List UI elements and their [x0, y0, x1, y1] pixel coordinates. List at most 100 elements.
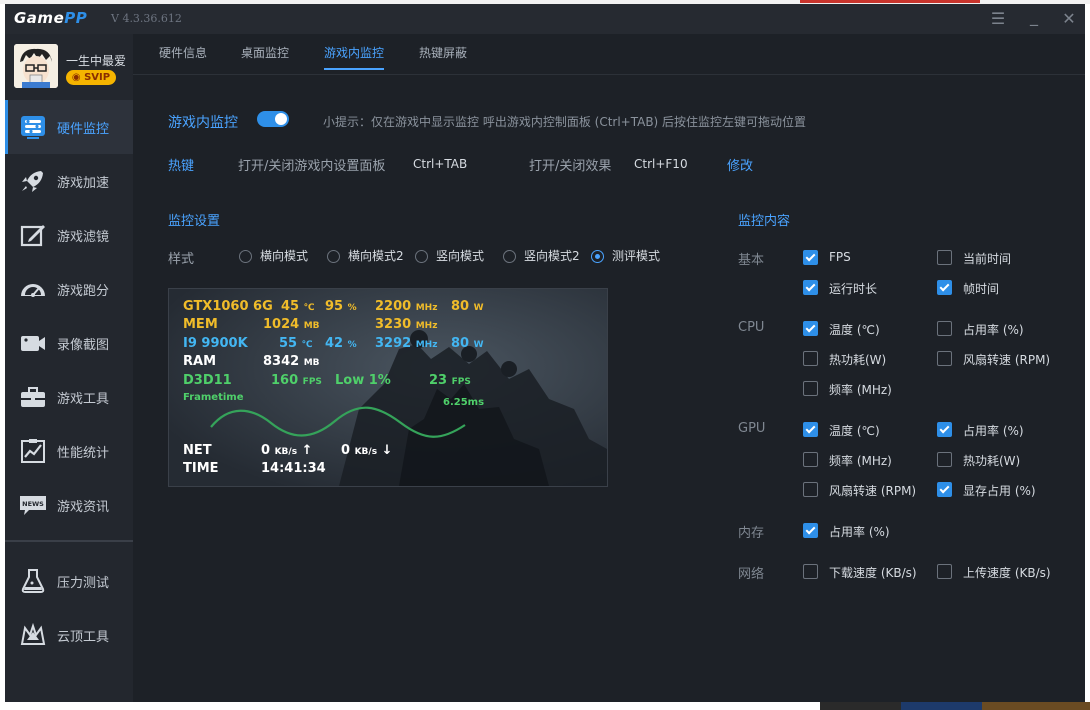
sidebar-item-cloud-tools[interactable]: 云顶工具: [5, 608, 133, 662]
overlay-gpu-clock: 2200 MHz: [375, 299, 438, 314]
panel-hotkey-value: Ctrl+TAB: [413, 157, 468, 171]
sidebar-item-stress-test[interactable]: 压力测试: [5, 554, 133, 608]
hint-text: 小提示：仅在游戏中显示监控 呼出游戏内控制面板 (Ctrl+TAB) 后按住监控…: [323, 115, 807, 129]
style-label-vertical-2[interactable]: 竖向模式2: [524, 247, 580, 264]
checkbox-label-cpu-power[interactable]: 热功耗(W): [829, 351, 886, 368]
sidebar-item-benchmark[interactable]: 游戏跑分: [5, 262, 133, 316]
checkbox-label-cpu-fan[interactable]: 风扇转速 (RPM): [963, 351, 1050, 368]
sidebar-item-hardware-monitor[interactable]: 硬件监控: [5, 100, 133, 154]
overlay-cpu-usage: 42 %: [325, 336, 357, 351]
overlay-mem-clock: 3230 MHz: [375, 317, 438, 332]
group-label-network: 网络: [738, 567, 765, 582]
menu-icon[interactable]: ☰: [987, 9, 1009, 28]
checkbox-mem-usage[interactable]: [803, 523, 818, 538]
style-label-vertical[interactable]: 竖向模式: [436, 247, 484, 264]
sidebar-item-performance-stats[interactable]: 性能统计: [5, 424, 133, 478]
checkbox-fps[interactable]: [803, 250, 818, 265]
close-icon[interactable]: ✕: [1058, 9, 1080, 28]
ingame-monitor-title: 游戏内监控: [168, 115, 238, 131]
checkbox-label-fps[interactable]: FPS: [829, 250, 851, 264]
style-radio-vertical-2[interactable]: [503, 250, 516, 263]
checkbox-gpu-power[interactable]: [937, 452, 952, 467]
tab-bar: 硬件信息 桌面监控 游戏内监控 热键屏蔽: [133, 34, 1085, 75]
effect-hotkey-value: Ctrl+F10: [634, 157, 688, 171]
checkbox-label-cpu-usage[interactable]: 占用率 (%): [963, 321, 1024, 338]
avatar[interactable]: [14, 44, 58, 88]
checkbox-gpu-usage[interactable]: [937, 422, 952, 437]
sidebar-item-game-tools[interactable]: 游戏工具: [5, 370, 133, 424]
overlay-gpu-power: 80 W: [451, 299, 484, 314]
sidebar-item-recording[interactable]: 录像截图: [5, 316, 133, 370]
background-strip-bottom: [0, 702, 1090, 710]
checkbox-label-current-time[interactable]: 当前时间: [963, 250, 1011, 267]
checkbox-cpu-temp[interactable]: [803, 321, 818, 336]
checkbox-label-run-time[interactable]: 运行时长: [829, 280, 877, 297]
sidebar-item-game-filter[interactable]: 游戏滤镜: [5, 208, 133, 262]
style-label: 样式: [168, 252, 195, 267]
overlay-low-label: Low 1%: [335, 373, 391, 388]
checkbox-cpu-usage[interactable]: [937, 321, 952, 336]
checkbox-label-gpu-temp[interactable]: 温度 (℃): [829, 422, 880, 439]
tab-hotkey-block[interactable]: 热键屏蔽: [419, 44, 467, 61]
tab-hardware-info[interactable]: 硬件信息: [159, 44, 207, 61]
overlay-gpu-temp: 45 ℃: [281, 299, 315, 314]
sidebar-item-label: 录像截图: [57, 338, 110, 353]
svip-badge: ◉ SVIP: [66, 70, 116, 85]
checkbox-label-cpu-clock[interactable]: 频率 (MHz): [829, 381, 892, 398]
checkbox-current-time[interactable]: [937, 250, 952, 265]
style-radio-horizontal-2[interactable]: [327, 250, 340, 263]
background-thumbnails: [820, 702, 1090, 710]
overlay-time-value: 14:41:34: [261, 461, 326, 476]
style-radio-horizontal[interactable]: [239, 250, 252, 263]
sidebar-item-label: 游戏资讯: [57, 500, 110, 515]
checkbox-gpu-clock[interactable]: [803, 452, 818, 467]
checkbox-label-cpu-temp[interactable]: 温度 (℃): [829, 321, 880, 338]
checkbox-cpu-power[interactable]: [803, 351, 818, 366]
checkbox-label-frame-time[interactable]: 帧时间: [963, 280, 999, 297]
tab-ingame-monitor[interactable]: 游戏内监控: [324, 44, 385, 70]
user-panel[interactable]: 一生中最爱 ◉ SVIP: [14, 44, 132, 94]
checkbox-label-download-speed[interactable]: 下载速度 (KB/s): [829, 564, 917, 581]
hotkey-label: 热键: [168, 159, 195, 174]
style-label-horizontal[interactable]: 横向模式: [260, 247, 308, 264]
checkbox-label-gpu-vram[interactable]: 显存占用 (%): [963, 482, 1036, 499]
title-bar[interactable]: GamePP V 4.3.36.612 ☰ _ ✕: [5, 4, 1085, 34]
flask-icon: [21, 569, 45, 593]
sidebar-item-game-boost[interactable]: 游戏加速: [5, 154, 133, 208]
app-version: V 4.3.36.612: [111, 12, 182, 25]
style-radio-review[interactable]: [591, 250, 604, 263]
checkbox-frame-time[interactable]: [937, 280, 952, 295]
checkbox-run-time[interactable]: [803, 280, 818, 295]
modify-hotkey-link[interactable]: 修改: [727, 155, 753, 174]
checkbox-download-speed[interactable]: [803, 564, 818, 579]
sidebar-item-label: 压力测试: [57, 576, 110, 591]
checkbox-cpu-fan[interactable]: [937, 351, 952, 366]
overlay-ram-label: RAM: [183, 354, 217, 369]
style-radio-vertical[interactable]: [415, 250, 428, 263]
minimize-icon[interactable]: _: [1023, 7, 1045, 26]
toggle-knob: [275, 113, 287, 125]
checkbox-label-gpu-fan[interactable]: 风扇转速 (RPM): [829, 482, 916, 499]
group-label-memory: 内存: [738, 526, 765, 541]
checkbox-upload-speed[interactable]: [937, 564, 952, 579]
sidebar-item-game-news[interactable]: NEWS 游戏资讯: [5, 478, 133, 532]
sidebar-item-label: 硬件监控: [57, 122, 110, 137]
checkbox-label-gpu-usage[interactable]: 占用率 (%): [963, 422, 1024, 439]
checkbox-gpu-vram[interactable]: [937, 482, 952, 497]
checkbox-label-gpu-power[interactable]: 热功耗(W): [963, 452, 1020, 469]
checkbox-label-upload-speed[interactable]: 上传速度 (KB/s): [963, 564, 1051, 581]
checkbox-gpu-fan[interactable]: [803, 482, 818, 497]
checkbox-label-gpu-clock[interactable]: 频率 (MHz): [829, 452, 892, 469]
frametime-graph: [210, 406, 466, 438]
overlay-gpu-usage: 95 %: [325, 299, 357, 314]
tab-desktop-monitor[interactable]: 桌面监控: [241, 44, 289, 61]
style-label-horizontal-2[interactable]: 横向模式2: [348, 247, 404, 264]
checkbox-gpu-temp[interactable]: [803, 422, 818, 437]
style-label-review[interactable]: 测评模式: [612, 247, 660, 264]
checkbox-cpu-clock[interactable]: [803, 381, 818, 396]
checkbox-label-mem-usage[interactable]: 占用率 (%): [829, 523, 890, 540]
toolbox-icon: [21, 387, 45, 407]
overlay-mem-label: MEM: [183, 317, 218, 332]
ingame-monitor-toggle[interactable]: [257, 111, 289, 127]
sidebar-item-label: 游戏滤镜: [57, 230, 110, 245]
